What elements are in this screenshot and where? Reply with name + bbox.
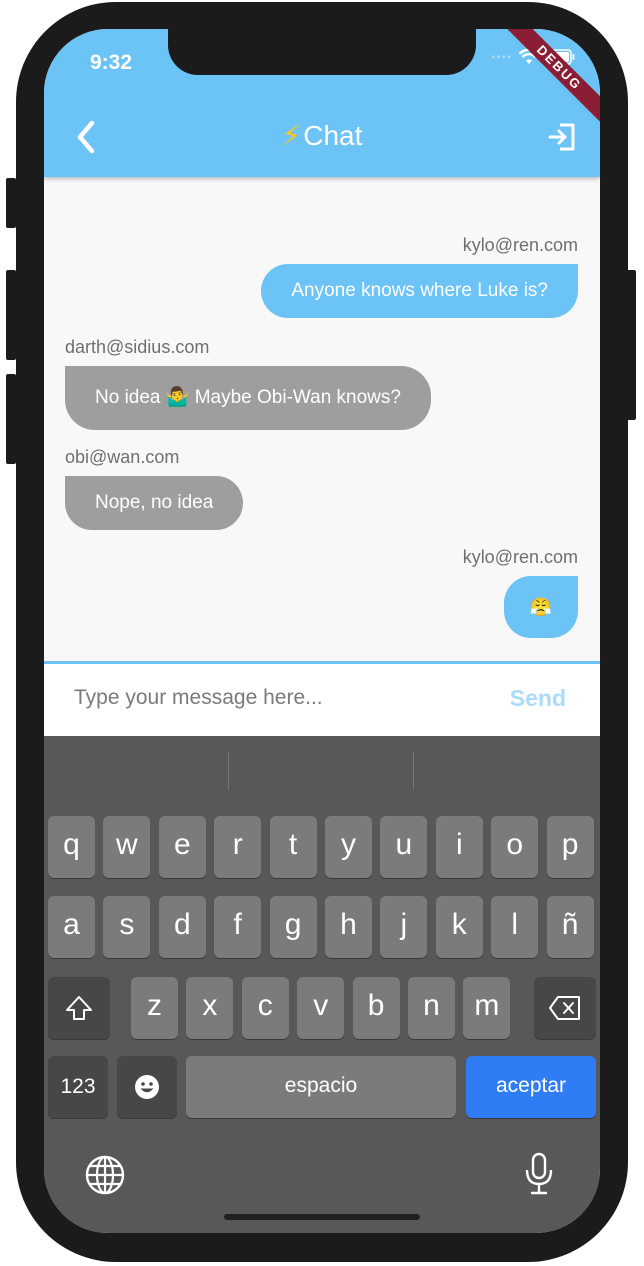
message-item: obi@wan.com Nope, no idea [65,447,244,530]
home-indicator [224,1214,420,1220]
lightning-icon: ⚡ [281,120,302,151]
composer: Type your message here... Send [44,661,600,736]
signal-icon: •••• [491,50,512,64]
message-bubble[interactable]: Anyone knows where Luke is? [261,264,578,318]
key-k[interactable]: k [435,896,483,958]
suggestion-divider [228,752,229,790]
message-sender: kylo@ren.com [462,235,578,255]
key-c[interactable]: c [241,977,289,1039]
message-item: darth@sidius.com No idea 🤷‍♂️ Maybe Obi-… [65,337,431,430]
key-l[interactable]: l [491,896,539,958]
message-bubble[interactable]: No idea 🤷‍♂️ Maybe Obi-Wan knows? [65,366,431,430]
globe-icon[interactable] [84,1154,126,1196]
title-text: Chat [303,120,363,151]
screen: DEBUG 9:32 •••• ⚡Chat kylo@ren.com Anyon… [44,29,600,1233]
key-w[interactable]: w [103,816,151,878]
key-x[interactable]: x [186,977,234,1039]
message-item: kylo@ren.com Anyone knows where Luke is? [261,235,578,318]
emoji-icon [135,1075,159,1099]
message-bubble[interactable]: 😤 [503,576,578,638]
key-o[interactable]: o [491,816,539,878]
suggestion-divider [413,752,414,790]
key-d[interactable]: d [158,896,206,958]
status-time: 9:32 [90,51,133,74]
notch [168,29,476,75]
key-f[interactable]: f [214,896,262,958]
shift-icon [66,996,92,1020]
message-bubble[interactable]: Nope, no idea [65,476,244,530]
message-sender: kylo@ren.com [462,547,578,567]
key-m[interactable]: m [463,977,511,1039]
microphone-icon[interactable] [522,1152,556,1196]
message-sender: darth@sidius.com [65,337,210,357]
key-a[interactable]: a [48,896,95,958]
key-ñ[interactable]: ñ [546,896,594,958]
key-n[interactable]: n [408,977,455,1039]
page-title: ⚡Chat [44,119,600,152]
message-list[interactable]: kylo@ren.com Anyone knows where Luke is?… [44,177,600,661]
side-button-volume-down [6,374,16,464]
key-e[interactable]: e [158,816,206,878]
delete-key[interactable] [534,977,596,1039]
key-b[interactable]: b [352,977,400,1039]
message-sender: obi@wan.com [65,447,180,467]
key-s[interactable]: s [103,896,151,958]
message-item: kylo@ren.com 😤 [463,547,578,638]
key-t[interactable]: t [269,816,317,878]
numbers-key[interactable]: 123 [48,1056,108,1118]
key-i[interactable]: i [435,816,483,878]
key-g[interactable]: g [269,896,317,958]
key-r[interactable]: r [214,816,262,878]
keyboard: qwertyuiopasdfghjklñzxcvbnm 123 espacio … [44,736,600,1233]
key-h[interactable]: h [325,896,372,958]
shift-key[interactable] [48,977,110,1039]
return-key[interactable]: aceptar [466,1056,596,1118]
send-button[interactable]: Send [510,685,566,712]
key-v[interactable]: v [297,977,345,1039]
side-button-silent [6,178,16,228]
backspace-icon [549,996,580,1020]
key-z[interactable]: z [131,977,178,1039]
side-button-volume-up [6,270,16,360]
key-p[interactable]: p [546,816,594,878]
key-u[interactable]: u [380,816,428,878]
space-key[interactable]: espacio [186,1056,456,1118]
logout-icon[interactable] [546,121,578,153]
message-input[interactable]: Type your message here... [74,686,323,710]
key-j[interactable]: j [380,896,428,958]
key-q[interactable]: q [48,816,95,878]
emoji-key[interactable] [117,1056,177,1118]
key-y[interactable]: y [325,816,372,878]
